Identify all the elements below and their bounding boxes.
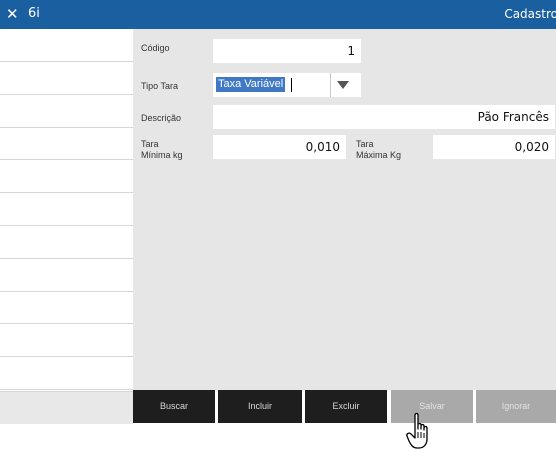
list-item[interactable] <box>0 62 133 95</box>
close-icon[interactable]: ✕ <box>6 4 19 24</box>
chevron-down-icon[interactable] <box>337 81 349 89</box>
list-item[interactable] <box>0 292 133 324</box>
incluir-button[interactable]: Incluir <box>218 390 302 423</box>
list-item[interactable] <box>0 95 133 128</box>
codigo-label: Código <box>141 43 170 53</box>
tara-maxima-label-line2: Máxima Kg <box>356 150 402 160</box>
ignorar-button[interactable]: Ignorar <box>476 390 556 423</box>
tara-maxima-field[interactable]: 0,020 <box>433 135 555 159</box>
buscar-button[interactable]: Buscar <box>133 390 215 423</box>
sidebar-footer <box>0 391 133 424</box>
descricao-field[interactable]: Pão Francês <box>213 105 555 129</box>
list-item[interactable] <box>0 357 133 390</box>
form-panel: Código 1 Tipo Tara Taxa Variável Descriç… <box>133 29 556 390</box>
tipo-tara-select[interactable]: Taxa Variável <box>213 73 361 97</box>
action-bar: Buscar Incluir Excluir Salvar Ignorar <box>133 390 556 423</box>
tara-maxima-label: Tara Máxima Kg <box>356 139 401 161</box>
tara-minima-label: Tara Mínima kg <box>141 139 183 161</box>
list-item[interactable] <box>0 324 133 357</box>
list-item[interactable] <box>0 226 133 259</box>
excluir-button[interactable]: Excluir <box>305 390 387 423</box>
codigo-field[interactable]: 1 <box>213 39 361 63</box>
tara-minima-field[interactable]: 0,010 <box>213 135 346 159</box>
tara-minima-label-line1: Tara <box>141 139 159 149</box>
app-name: 6i <box>28 6 40 21</box>
text-caret <box>291 78 292 92</box>
tara-maxima-label-line1: Tara <box>356 139 374 149</box>
tipo-tara-value: Taxa Variável <box>216 77 286 92</box>
list-item[interactable] <box>0 128 133 160</box>
tipo-tara-label: Tipo Tara <box>141 81 179 91</box>
list-item[interactable] <box>0 160 133 193</box>
title-bar: ✕ 6i Cadastro <box>0 0 556 29</box>
list-item[interactable] <box>0 29 133 62</box>
list-item[interactable] <box>0 193 133 226</box>
tara-minima-label-line2: Mínima kg <box>141 150 183 160</box>
screen-title: Cadastro <box>504 7 556 21</box>
hand-pointer-icon <box>406 412 428 449</box>
select-divider <box>330 73 331 97</box>
sidebar-list <box>0 29 133 452</box>
list-item[interactable] <box>0 259 133 292</box>
descricao-label: Descrição <box>141 113 182 123</box>
